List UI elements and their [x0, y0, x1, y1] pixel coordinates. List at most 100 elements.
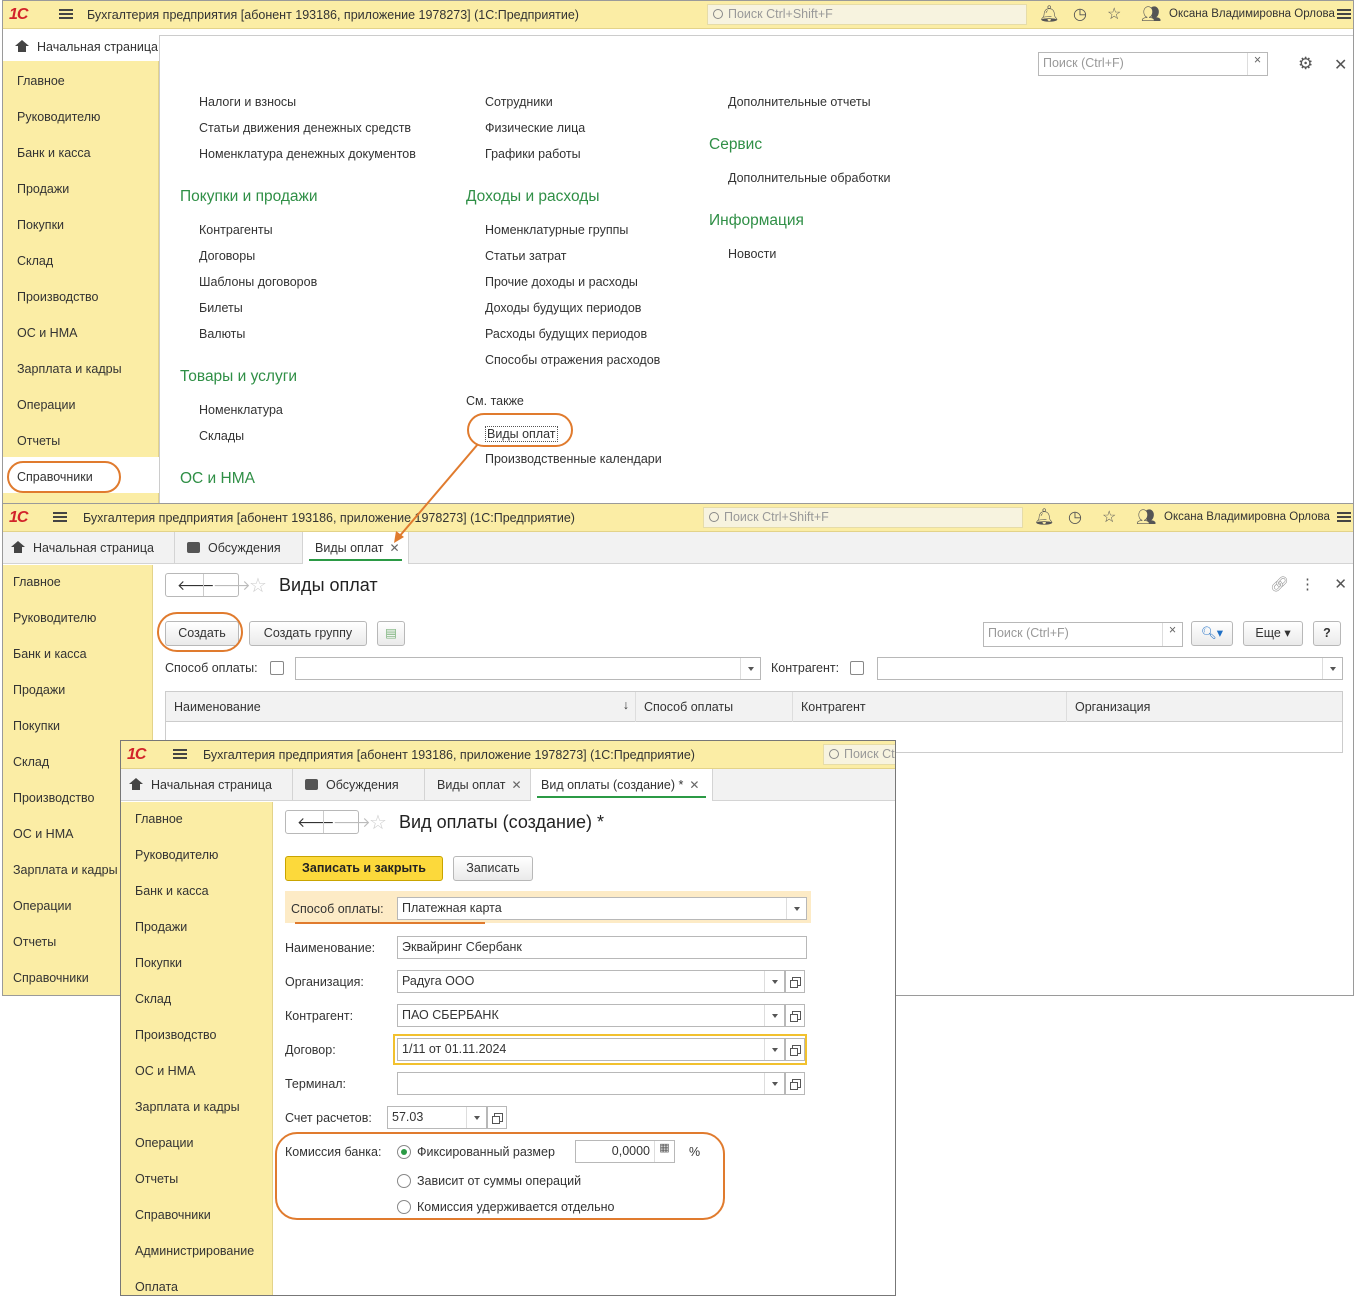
sidebar-item[interactable]: Зарплата и кадры [17, 362, 122, 376]
dropdown-arrow[interactable] [764, 1005, 784, 1026]
org-field[interactable]: Радуга ООО [397, 970, 785, 993]
global-search-input[interactable]: Поиск Ctrl+Shift+F [707, 4, 1027, 25]
tab-home[interactable]: Начальная страница [121, 769, 293, 801]
menu-link[interactable]: Дополнительные обработки [728, 171, 890, 185]
gear-icon[interactable]: ⚙ [1298, 54, 1313, 74]
menu-link[interactable]: Статьи затрат [485, 249, 566, 263]
menu-link[interactable]: Контрагенты [199, 223, 273, 237]
users-icon[interactable]: 👥︎ [1141, 7, 1161, 23]
fee-separate-label[interactable]: Комиссия удерживается отдельно [417, 1200, 614, 1214]
filter-method-checkbox[interactable] [270, 661, 284, 675]
sidebar-item[interactable]: Продажи [17, 182, 69, 196]
sidebar-item[interactable]: Зарплата и кадры [135, 1100, 240, 1114]
menu-link[interactable]: Доходы будущих периодов [485, 301, 641, 315]
filter-counterparty-checkbox[interactable] [850, 661, 864, 675]
sidebar-item[interactable]: Банк и касса [13, 647, 87, 661]
column-header[interactable]: Способ оплаты [636, 692, 793, 722]
tab-payment-types[interactable]: Виды оплат ✕ [303, 532, 409, 564]
menu-link[interactable]: Склады [199, 429, 244, 443]
sidebar-item[interactable]: Справочники [135, 1208, 211, 1222]
menu-icon[interactable] [59, 7, 73, 21]
column-header[interactable]: Организация [1067, 692, 1343, 722]
close-icon[interactable]: ✕ [1334, 575, 1347, 593]
fee-value-field[interactable]: 0,0000 ▦ [575, 1140, 675, 1163]
sidebar-item[interactable]: Банк и касса [17, 146, 91, 160]
column-header[interactable]: Контрагент [793, 692, 1067, 722]
panel-search-input[interactable]: Поиск (Ctrl+F) × [1038, 52, 1268, 76]
tab-home[interactable]: Начальная страница [3, 532, 175, 564]
sidebar-item-references[interactable]: Справочники [17, 470, 93, 484]
more-vert-icon[interactable]: ⋮ [1300, 575, 1315, 593]
contract-field[interactable]: 1/11 от 01.11.2024 [397, 1038, 785, 1061]
dropdown-arrow[interactable] [466, 1107, 486, 1128]
fee-fixed-label[interactable]: Фиксированный размер [417, 1145, 555, 1159]
forward-icon[interactable]: 🡒 [213, 577, 251, 594]
fee-separate-radio[interactable] [397, 1200, 411, 1214]
menu-link[interactable]: Шаблоны договоров [199, 275, 317, 289]
menu-link[interactable]: Договоры [199, 249, 255, 263]
sidebar-item[interactable]: Оплата [135, 1280, 178, 1294]
menu-link[interactable]: Расходы будущих периодов [485, 327, 647, 341]
sidebar-item[interactable]: ОС и НМА [13, 827, 73, 841]
fee-by-amount-radio[interactable] [397, 1174, 411, 1188]
dropdown-arrow[interactable] [740, 658, 760, 679]
close-tab-icon[interactable]: ✕ [512, 778, 522, 792]
menu-link[interactable]: Статьи движения денежных средств [199, 121, 411, 135]
more-button[interactable]: Еще ▾ [1243, 621, 1303, 646]
favorite-icon[interactable]: ☆ [369, 810, 387, 835]
open-icon[interactable] [785, 970, 805, 993]
sidebar-item[interactable]: Справочники [13, 971, 89, 985]
sidebar-item[interactable]: Покупки [135, 956, 182, 970]
menu-icon[interactable] [173, 747, 187, 761]
close-tab-icon[interactable]: ✕ [689, 778, 699, 792]
back-icon[interactable]: 🡐 [177, 577, 215, 594]
dropdown-arrow[interactable] [786, 898, 806, 919]
account-field[interactable]: 57.03 [387, 1106, 487, 1129]
sidebar-item[interactable]: Производство [135, 1028, 217, 1042]
tab-discussions[interactable]: Обсуждения [293, 769, 425, 801]
calculator-icon[interactable]: ▦ [654, 1141, 674, 1162]
sidebar-item[interactable]: Покупки [13, 719, 60, 733]
user-name[interactable]: Оксана Владимировна Орлова [1169, 8, 1335, 20]
menu-link[interactable]: Прочие доходы и расходы [485, 275, 638, 289]
search-button[interactable]: 🔍︎▾ [1191, 621, 1233, 646]
open-icon[interactable] [487, 1106, 507, 1129]
sidebar-item[interactable]: Склад [13, 755, 49, 769]
sidebar-item[interactable]: ОС и НМА [135, 1064, 195, 1078]
sidebar-item[interactable]: Продажи [135, 920, 187, 934]
menu-link[interactable]: Билеты [199, 301, 243, 315]
bell-icon[interactable]: 🔔︎ [1034, 510, 1054, 526]
menu-link[interactable]: Производственные календари [485, 452, 662, 466]
name-field[interactable]: Эквайринг Сбербанк [397, 936, 807, 959]
filter-method-field[interactable] [295, 657, 761, 680]
link-icon[interactable]: 🔗︎ [1270, 575, 1289, 593]
sidebar-item[interactable]: Банк и касса [135, 884, 209, 898]
save-and-close-button[interactable]: Записать и закрыть [285, 856, 443, 881]
menu-link[interactable]: Новости [728, 247, 776, 261]
sidebar-item[interactable]: ОС и НМА [17, 326, 77, 340]
terminal-field[interactable] [397, 1072, 785, 1095]
menu-link[interactable]: Способы отражения расходов [485, 353, 660, 367]
close-icon[interactable]: ✕ [1334, 55, 1347, 75]
sidebar-item[interactable]: Руководителю [13, 611, 96, 625]
sidebar-item[interactable]: Продажи [13, 683, 65, 697]
favorite-icon[interactable]: ☆ [249, 573, 267, 598]
menu-link[interactable]: Сотрудники [485, 95, 553, 109]
users-icon[interactable]: 👥︎ [1136, 510, 1156, 526]
menu-link[interactable]: Налоги и взносы [199, 95, 296, 109]
menu-link[interactable]: Номенклатура [199, 403, 283, 417]
forward-icon[interactable]: 🡒 [333, 814, 371, 831]
sidebar-item[interactable]: Руководителю [17, 110, 100, 124]
sidebar-item[interactable]: Склад [17, 254, 53, 268]
sidebar-item[interactable]: Отчеты [13, 935, 56, 949]
counterparty-field[interactable]: ПАО СБЕРБАНК [397, 1004, 785, 1027]
global-search-input[interactable]: Поиск Ctrl+Shift+F [703, 507, 1023, 528]
history-icon[interactable]: ◷ [1068, 510, 1082, 526]
method-field[interactable]: Платежная карта [397, 897, 807, 920]
bell-icon[interactable]: 🔔︎ [1039, 7, 1059, 23]
sidebar-item[interactable]: Покупки [17, 218, 64, 232]
more-icon[interactable] [1337, 7, 1351, 21]
menu-link-payment-types[interactable]: Виды оплат [485, 426, 558, 442]
menu-link[interactable]: Валюты [199, 327, 245, 341]
sidebar-item[interactable]: Операции [135, 1136, 193, 1150]
